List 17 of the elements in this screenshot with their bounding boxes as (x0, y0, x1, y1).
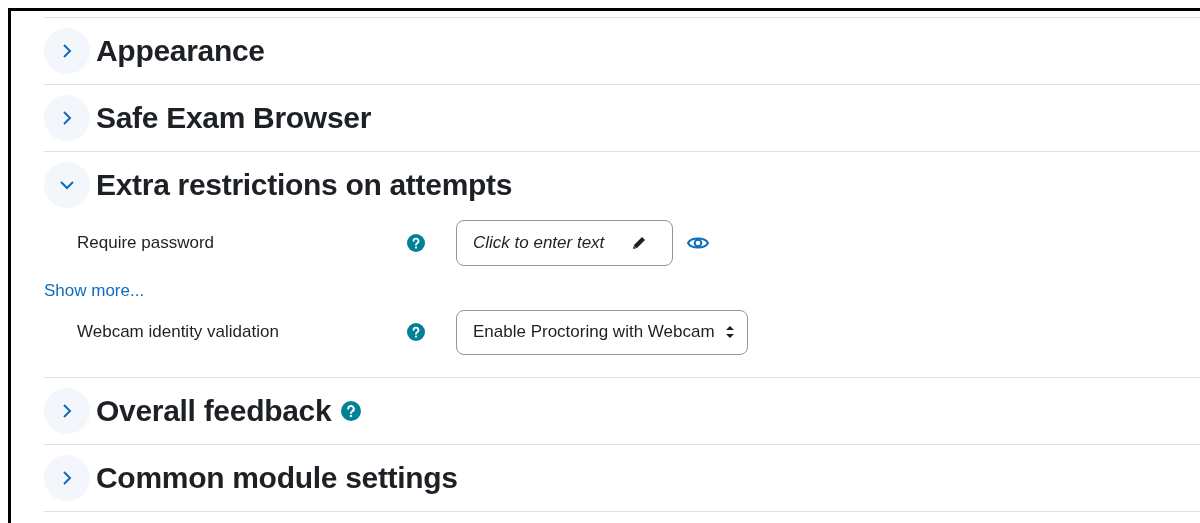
section-title: Appearance (96, 33, 265, 69)
chevron-button[interactable] (44, 28, 90, 74)
pencil-icon (631, 235, 647, 251)
section-title: Extra restrictions on attempts (96, 167, 513, 203)
field-label: Webcam identity validation (76, 321, 280, 344)
chevron-button[interactable] (44, 162, 90, 208)
dropdown-select[interactable]: Enable Proctoring with Webcam (456, 309, 748, 355)
chevron-button[interactable] (44, 454, 90, 501)
chevron-button[interactable] (44, 95, 90, 141)
field-label: Require password (76, 232, 215, 255)
password-field[interactable]: Click to enter text (456, 220, 673, 266)
chevron-button[interactable] (44, 387, 90, 434)
section-title: Safe Exam Browser (96, 100, 372, 136)
sort-caret-icon (724, 325, 735, 339)
show-more-link[interactable]: Show more... (44, 281, 145, 300)
section-title: Overall feedback (96, 392, 332, 429)
section-title: Common module settings (96, 459, 458, 496)
